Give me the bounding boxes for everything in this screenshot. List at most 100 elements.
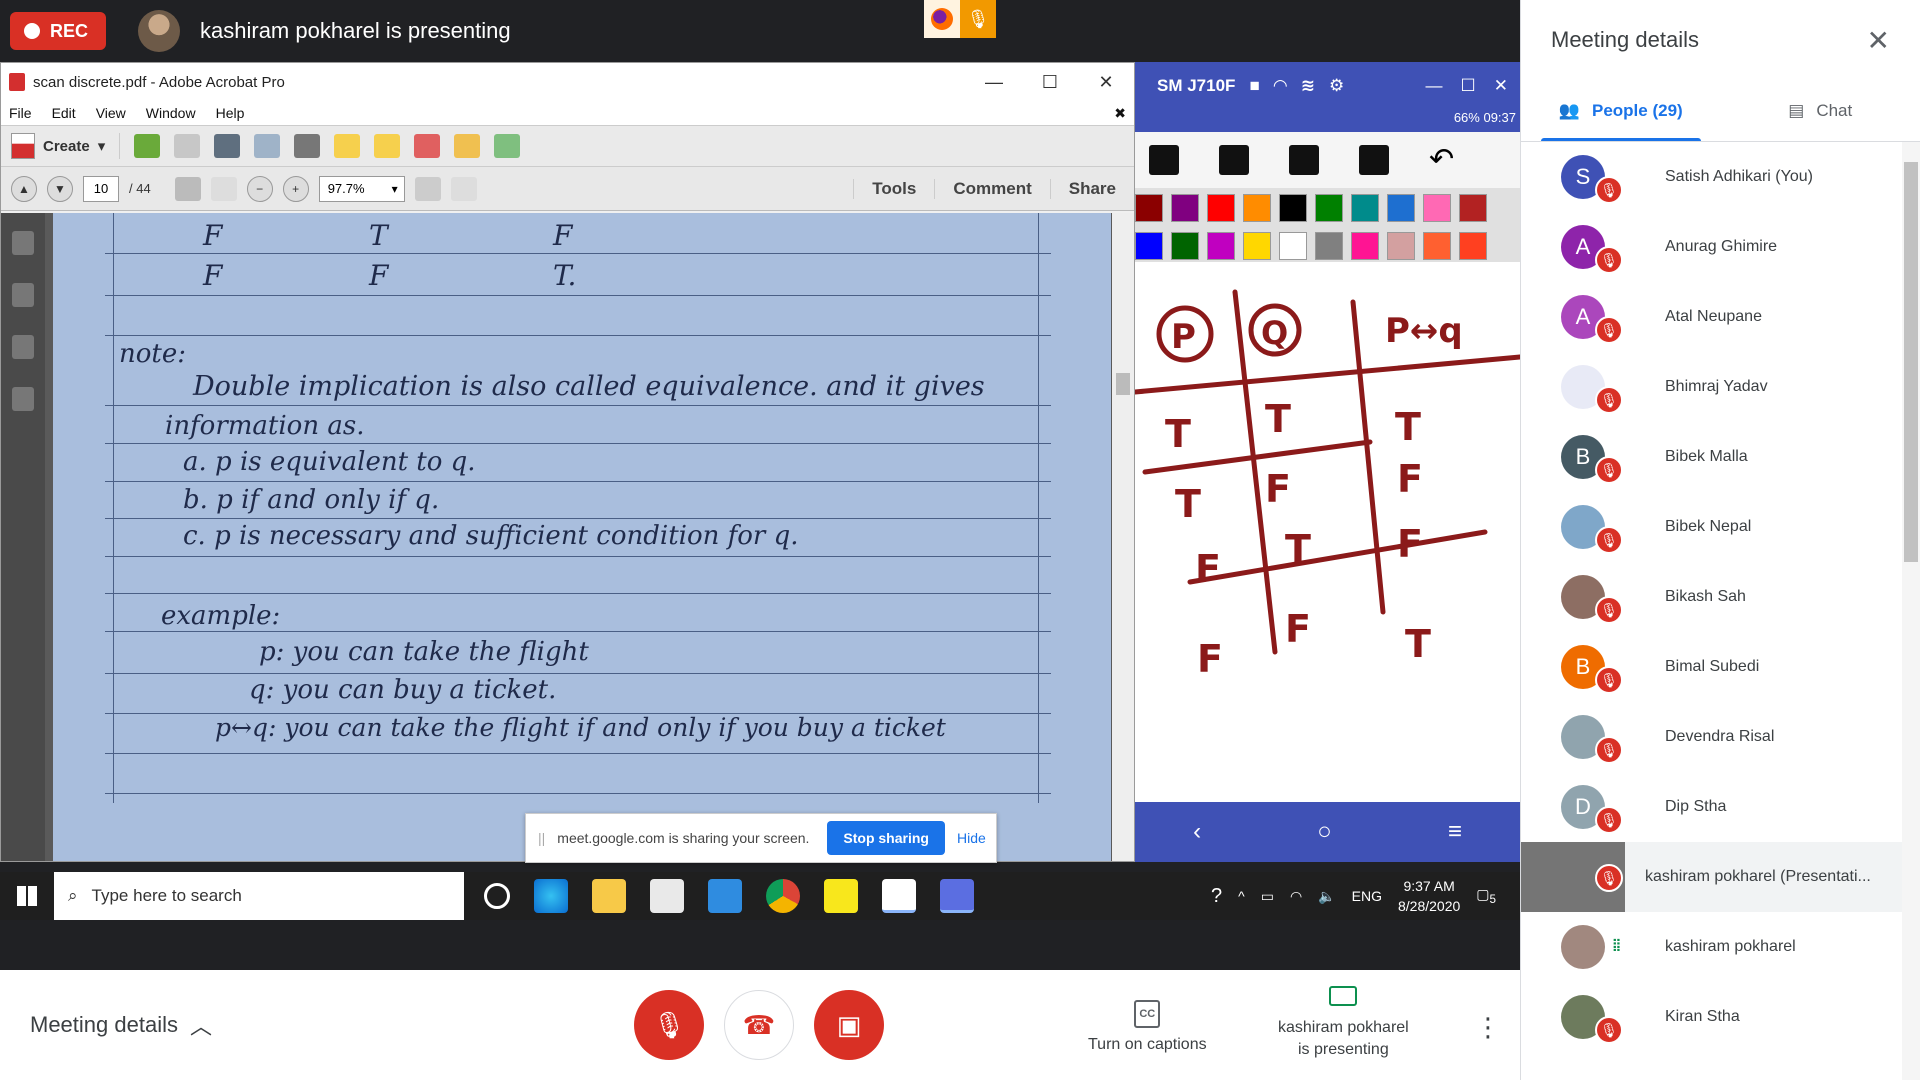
menu-icon[interactable]: ≡ [1448,818,1462,846]
fit-width-icon[interactable] [450,176,477,201]
color-swatch[interactable] [1135,194,1163,222]
color-swatch[interactable] [1279,232,1307,260]
color-swatch[interactable] [1459,232,1487,260]
tab-people[interactable]: 👥 People (29) [1521,80,1721,141]
save-icon[interactable] [174,134,201,158]
color-swatch[interactable] [1315,194,1343,222]
attachments-panel-icon[interactable] [12,335,34,359]
file-explorer-icon[interactable] [592,879,626,913]
pencil-icon[interactable] [1219,145,1249,175]
sticky-notes-icon[interactable] [824,879,858,913]
pages-panel-icon[interactable] [12,231,34,255]
drag-handle-icon[interactable]: || [538,830,545,846]
menu-window[interactable]: Window [146,105,196,121]
captions-button[interactable]: CC Turn on captions [1088,1000,1207,1056]
color-swatch[interactable] [1243,194,1271,222]
settings-icon[interactable]: ⚙ [1329,76,1344,96]
cortana-icon[interactable] [484,883,510,909]
minimize-icon[interactable]: — [1426,76,1443,96]
close-panel-icon[interactable]: ✕ [1867,24,1890,57]
microphone-off-button[interactable]: 🎙 [634,990,704,1060]
zoom-out-button[interactable]: − [246,175,273,202]
menu-help[interactable]: Help [216,105,245,121]
sign-icon[interactable] [454,134,481,158]
hide-banner-button[interactable]: Hide [957,830,986,846]
color-swatch[interactable] [1315,232,1343,260]
participant-row[interactable]: D 🎙 Dip Stha [1521,772,1920,842]
headset-icon[interactable]: ◠ [1274,76,1287,96]
participant-row[interactable]: B 🎙 Bimal Subedi [1521,632,1920,702]
prev-page-button[interactable]: ▲ [11,175,37,202]
chrome-icon[interactable] [766,879,800,913]
network-icon[interactable]: ◠ [1290,888,1302,905]
color-swatch[interactable] [1207,232,1235,260]
share-link[interactable]: Share [1049,178,1134,199]
participant-row[interactable]: A 🎙 Atal Neupane [1521,282,1920,352]
annotate-icon[interactable] [374,134,401,158]
participant-row[interactable]: 🎙 Bhimraj Yadav [1521,352,1920,422]
color-swatch[interactable] [1279,194,1307,222]
participant-row[interactable]: 🎙 Bikash Sah [1521,562,1920,632]
home-icon[interactable]: ○ [1317,818,1332,846]
camera-off-button[interactable]: ▣ [814,990,884,1060]
color-swatch[interactable] [1387,194,1415,222]
menu-view[interactable]: View [96,105,126,121]
start-button[interactable] [0,886,54,906]
eraser-icon[interactable] [1289,145,1319,175]
color-swatch[interactable] [1171,232,1199,260]
zoom-in-button[interactable]: + [282,175,309,202]
zoom-select[interactable]: 97.7% [318,175,405,202]
tab-chat[interactable]: ▤ Chat [1721,80,1920,141]
color-swatch[interactable] [1171,194,1199,222]
microphone-in-use-icon[interactable]: 🎙 [960,0,996,38]
comment-link[interactable]: Comment [934,178,1049,199]
participant-row[interactable]: ⦙⦙ kashiram pokharel [1521,912,1920,982]
wifi-icon[interactable]: ≋ [1301,76,1315,96]
undo-icon[interactable]: ↶ [1429,145,1459,175]
participant-row[interactable]: 🎙 Devendra Risal [1521,702,1920,772]
whiteboard-canvas[interactable]: P Q P↔q T T T T F F F T F F F T [1132,282,1520,802]
firefox-icon[interactable] [924,0,960,38]
color-swatch[interactable] [1423,194,1451,222]
color-swatch[interactable] [1459,194,1487,222]
color-swatch[interactable] [1423,232,1451,260]
fit-page-icon[interactable] [414,176,441,201]
taskbar-search[interactable]: ⌕ Type here to search [54,872,464,920]
language-indicator[interactable]: ENG [1352,888,1382,904]
settings-gear-icon[interactable] [294,134,321,158]
maximize-icon[interactable]: ☐ [1022,72,1078,93]
mail-icon[interactable] [708,879,742,913]
participant-row[interactable]: B 🎙 Bibek Malla [1521,422,1920,492]
leave-call-button[interactable]: ☎ [724,990,794,1060]
battery-icon[interactable]: ▭ [1261,888,1274,905]
notifications-icon[interactable]: ▢5 [1476,886,1496,906]
taskbar-clock[interactable]: 9:37 AM 8/28/2020 [1398,876,1460,916]
tools-link[interactable]: Tools [853,178,934,199]
document-scrollbar[interactable] [1112,213,1134,861]
close-icon[interactable]: ✕ [1494,76,1508,96]
menu-edit[interactable]: Edit [52,105,76,121]
color-swatch[interactable] [1207,194,1235,222]
next-page-button[interactable]: ▼ [47,175,73,202]
close-document-icon[interactable]: ✖ [1114,105,1126,122]
select-cursor-icon[interactable] [174,176,201,201]
open-folder-icon[interactable] [134,134,161,158]
edge-icon[interactable] [534,879,568,913]
participant-row[interactable]: A 🎙 Anurag Ghimire [1521,212,1920,282]
camera-icon[interactable]: ■ [1249,76,1259,96]
participant-row[interactable]: 🎙 kashiram pokharel (Presentati... [1521,842,1920,912]
create-button[interactable]: Create ▾ [11,133,121,159]
help-icon[interactable]: ? [1211,885,1222,908]
meeting-details-toggle[interactable]: Meeting details ︿ [30,1009,212,1041]
save-icon[interactable] [1359,145,1389,175]
delete-page-icon[interactable] [414,134,441,158]
presenting-button[interactable]: kashiram pokharel is presenting [1278,986,1409,1061]
email-icon[interactable] [254,134,281,158]
participant-row[interactable]: S 🎙 Satish Adhikari (You) [1521,142,1920,212]
participant-row[interactable]: 🎙 Bibek Nepal [1521,492,1920,562]
color-swatch[interactable] [1135,232,1163,260]
stop-sharing-button[interactable]: Stop sharing [827,821,945,855]
acrobat-taskbar-icon[interactable] [882,879,916,913]
signatures-panel-icon[interactable] [12,387,34,411]
color-swatch[interactable] [1351,194,1379,222]
